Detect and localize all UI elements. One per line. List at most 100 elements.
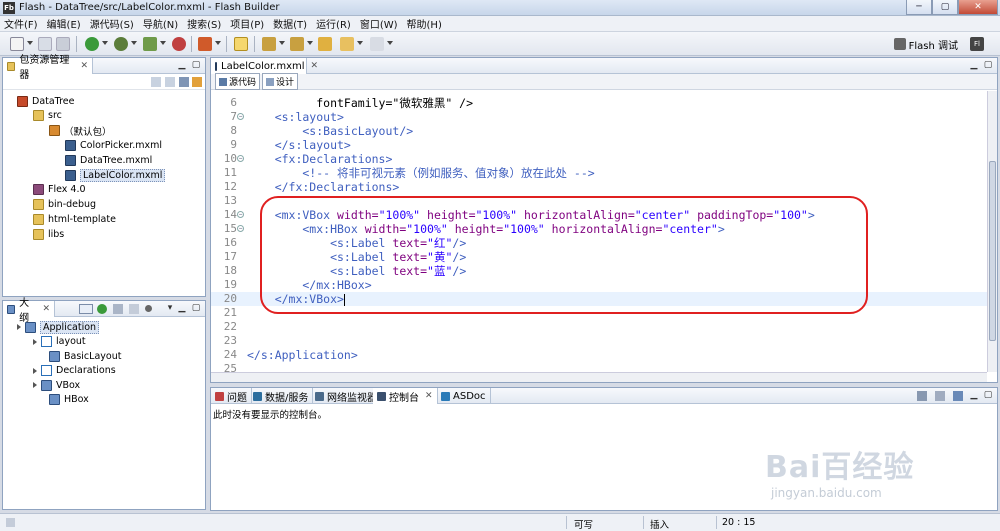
maximize-panel-icon[interactable]: ▢ (191, 60, 201, 70)
toggle-mark-occurrences-icon[interactable] (234, 37, 248, 51)
profile-icon[interactable] (143, 37, 157, 51)
minimize-panel-icon[interactable]: ▁ (177, 303, 187, 313)
forward-arrow-icon[interactable] (370, 37, 384, 51)
minimize-button[interactable]: ─ (906, 0, 932, 15)
tab-console[interactable]: 控制台 ✕ (373, 388, 438, 404)
fold-toggle-icon[interactable]: − (237, 211, 244, 218)
last-edit-location-icon[interactable] (318, 37, 332, 51)
close-tab-icon[interactable]: ✕ (42, 304, 50, 314)
close-tab-icon[interactable]: ✕ (311, 61, 319, 71)
expand-toggle-icon[interactable] (17, 324, 21, 330)
tree-item[interactable]: VBox (33, 378, 80, 392)
tab-network-monitor[interactable]: 网络监视器 (311, 388, 382, 404)
tree-item[interactable]: src (33, 109, 62, 123)
back-icon[interactable] (151, 77, 161, 87)
profile-dropdown-icon[interactable] (160, 41, 166, 45)
editor-horizontal-scrollbar[interactable] (211, 372, 987, 382)
menu-data[interactable]: 数据(T) (273, 16, 307, 31)
minimize-panel-icon[interactable]: ▁ (969, 60, 979, 70)
fold-toggle-icon[interactable]: − (237, 225, 244, 232)
forward-dropdown-icon[interactable] (387, 41, 393, 45)
open-console-icon[interactable] (953, 391, 963, 401)
prev-annotation-dropdown-icon[interactable] (307, 41, 313, 45)
run-dropdown-icon[interactable] (102, 41, 108, 45)
scrollbar-thumb[interactable] (989, 161, 996, 341)
minimize-panel-icon[interactable]: ▁ (969, 390, 979, 400)
close-button[interactable]: ✕ (958, 0, 998, 15)
tab-outline[interactable]: 大纲 ✕ (3, 298, 55, 324)
maximize-panel-icon[interactable]: ▢ (983, 60, 993, 70)
filter-icon[interactable] (129, 304, 139, 314)
flash-perspective-icon[interactable]: Fl (970, 37, 984, 51)
maximize-panel-icon[interactable]: ▢ (983, 390, 993, 400)
menu-navigate[interactable]: 导航(N) (143, 16, 178, 31)
new-dropdown-icon[interactable] (27, 41, 33, 45)
menu-search[interactable]: 搜索(S) (187, 16, 221, 31)
editor-vertical-scrollbar[interactable] (987, 91, 997, 372)
minimize-panel-icon[interactable]: ▁ (177, 60, 187, 70)
tree-item[interactable]: HBox (49, 393, 89, 407)
maximize-button[interactable]: ▢ (932, 0, 958, 15)
next-annotation-dropdown-icon[interactable] (279, 41, 285, 45)
close-tab-icon[interactable]: ✕ (80, 61, 88, 71)
tab-data-services[interactable]: 数据/服务 (249, 388, 314, 404)
fast-view-icon[interactable] (6, 518, 15, 527)
menu-project[interactable]: 项目(P) (230, 16, 264, 31)
sort-icon[interactable] (113, 304, 123, 314)
menu-file[interactable]: 文件(F) (4, 16, 38, 31)
tree-item[interactable]: BasicLayout (49, 349, 121, 363)
tree-item[interactable]: html-template (33, 212, 116, 226)
debug-dropdown-icon[interactable] (131, 41, 137, 45)
refresh-icon[interactable] (97, 304, 107, 314)
fold-toggle-icon[interactable]: − (237, 155, 244, 162)
external-tools-dropdown-icon[interactable] (215, 41, 221, 45)
tree-item[interactable]: ColorPicker.mxml (65, 138, 162, 152)
tab-labelcolor-mxml[interactable]: LabelColor.mxml ✕ (211, 58, 318, 74)
tree-item[interactable]: layout (33, 335, 86, 349)
export-release-icon[interactable] (172, 37, 186, 51)
run-icon[interactable] (85, 37, 99, 51)
print-icon[interactable] (56, 37, 70, 51)
pin-console-icon[interactable] (935, 391, 945, 401)
tab-package-explorer[interactable]: 包资源管理器 ✕ (3, 55, 93, 81)
menu-edit[interactable]: 编辑(E) (47, 16, 81, 31)
tab-problems[interactable]: 问题 (211, 388, 252, 404)
debug-icon[interactable] (114, 37, 128, 51)
external-tools-icon[interactable] (198, 37, 212, 51)
link-editor-icon[interactable] (192, 77, 202, 87)
menu-help[interactable]: 帮助(H) (407, 16, 442, 31)
perspective-switcher[interactable]: Flash 调试 (893, 36, 958, 52)
fold-toggle-icon[interactable]: − (237, 113, 244, 120)
collapse-all-icon[interactable] (179, 77, 189, 87)
menu-window[interactable]: 窗口(W) (360, 16, 398, 31)
design-mode-button[interactable]: 设计 (262, 73, 299, 90)
tree-item[interactable]: DataTree.mxml (65, 153, 152, 167)
tree-item[interactable]: DataTree (17, 94, 74, 108)
tree-item[interactable]: libs (33, 227, 64, 241)
tree-item[interactable]: LabelColor.mxml (65, 168, 166, 182)
display-console-icon[interactable] (917, 391, 927, 401)
tree-item[interactable]: Declarations (33, 364, 116, 378)
tree-item[interactable]: （默认包） (49, 124, 112, 138)
menu-source[interactable]: 源代码(S) (90, 16, 134, 31)
maximize-panel-icon[interactable]: ▢ (191, 303, 201, 313)
expand-toggle-icon[interactable] (33, 382, 37, 388)
close-tab-icon[interactable]: ✕ (425, 391, 433, 401)
back-arrow-icon[interactable] (340, 37, 354, 51)
save-icon[interactable] (38, 37, 52, 51)
back-dropdown-icon[interactable] (357, 41, 363, 45)
view-menu-icon[interactable]: ▾ (165, 303, 175, 313)
tree-item[interactable]: Application (17, 320, 100, 334)
new-file-icon[interactable] (10, 37, 24, 51)
expand-toggle-icon[interactable] (33, 367, 37, 374)
tree-item[interactable]: Flex 4.0 (33, 183, 86, 197)
source-mode-button[interactable]: 源代码 (215, 73, 261, 90)
show-tags-icon[interactable] (79, 304, 93, 314)
tab-asdoc[interactable]: ASDoc (437, 388, 491, 404)
hide-fields-icon[interactable] (145, 305, 152, 312)
forward-icon[interactable] (165, 77, 175, 87)
tree-item[interactable]: bin-debug (33, 198, 96, 212)
expand-toggle-icon[interactable] (33, 338, 37, 345)
next-annotation-icon[interactable] (262, 37, 276, 51)
prev-annotation-icon[interactable] (290, 37, 304, 51)
